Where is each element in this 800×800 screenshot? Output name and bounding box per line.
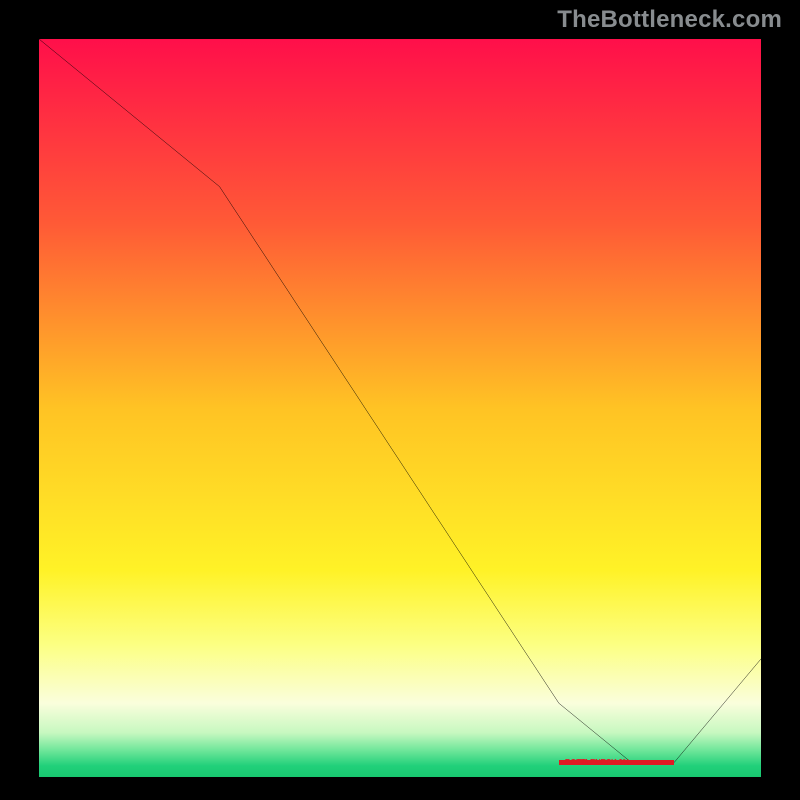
plot-frame: BOTTLENECK 0% bbox=[34, 34, 766, 782]
data-line bbox=[39, 39, 761, 777]
bottleneck-marker-label: BOTTLENECK 0% bbox=[565, 758, 630, 767]
watermark-text: TheBottleneck.com bbox=[557, 6, 782, 34]
chart-container: TheBottleneck.com BOTTLENECK 0% bbox=[0, 0, 800, 800]
